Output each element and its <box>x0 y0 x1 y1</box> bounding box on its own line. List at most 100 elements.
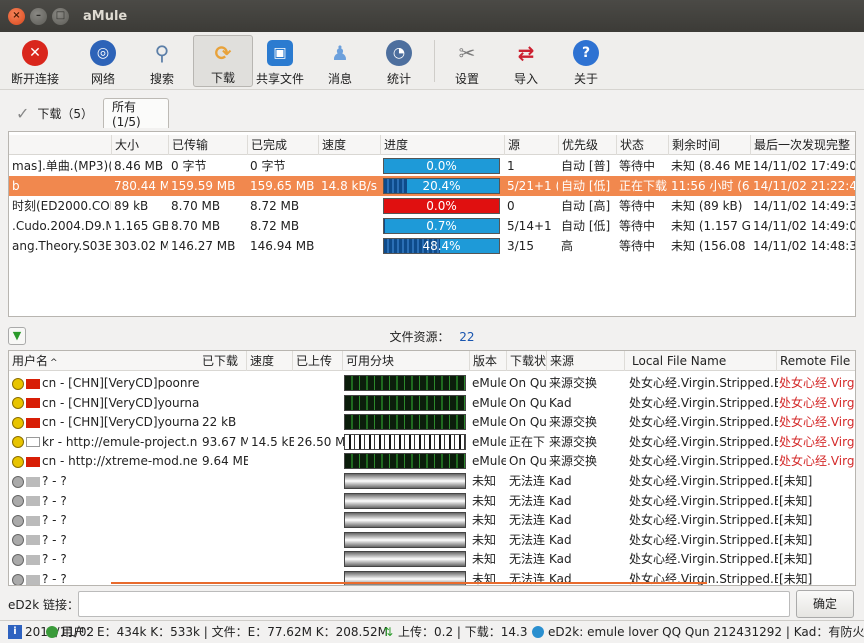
col-size[interactable]: 大小 <box>111 135 168 155</box>
col-username[interactable]: 用户名 ^ <box>9 351 199 371</box>
source-row[interactable]: cn - [CHN][VeryCD]yournan 22 kB eMule On Qu… <box>9 412 855 432</box>
download-row[interactable]: .Cudo.2004.D9.Mi 1.165 GB 8.70 MB 8.72 MB 5/… <box>9 216 855 236</box>
source-cell-local: 处女心经.Virgin.Stripped.E <box>629 454 778 469</box>
source-row[interactable]: ? - ? 未知 无法连 Kad 处女心经.Virgin.Stripped.E [未知] <box>9 471 855 491</box>
maximize-window-button[interactable]: □ <box>52 7 69 25</box>
download-cell-remaining: 11:56 小时 (62 <box>671 179 750 193</box>
title-bar: × – □ aMule <box>0 0 864 32</box>
downloads-button[interactable]: ⟳ 下载 <box>193 35 253 87</box>
source-cell-version: 未知 <box>472 552 497 567</box>
statistics-button[interactable]: ◔ 统计 <box>369 35 429 87</box>
network-button[interactable]: ◎ 网络 <box>73 35 133 87</box>
download-row[interactable]: ang.Theory.S03E2 303.02 MI 146.27 MB 146.94… <box>9 236 856 256</box>
source-row[interactable]: kr - http://emule-project.n 93.67 MI14.5 … <box>9 432 855 452</box>
source-row[interactable]: ? - ? 未知 无法连 Kad 处女心经.Virgin.Stripped.E [未知] <box>9 510 855 530</box>
close-window-button[interactable]: × <box>8 7 25 25</box>
download-cell-priority: 自动 [普] <box>561 159 611 173</box>
download-cell-size: 8.46 MB <box>114 159 164 173</box>
col-priority[interactable]: 优先级 <box>558 135 616 155</box>
source-row[interactable]: cn - http://xtreme-mod.ne 9.64 MB eMule On … <box>9 451 855 471</box>
messages-button[interactable]: ♟ 消息 <box>310 35 370 87</box>
col-status[interactable]: 状态 <box>616 135 668 155</box>
preferences-button[interactable]: ✂ 设置 <box>437 35 497 87</box>
source-cell-speed <box>248 549 294 569</box>
download-row[interactable]: mas].单曲.(MP3)(E 8.46 MB 0 字节 0 字节 1 自动 [普] 等待中… <box>9 156 855 176</box>
source-cell-local: 处女心经.Virgin.Stripped.E <box>629 493 778 508</box>
source-cell-speed <box>248 530 294 550</box>
download-cell-speed <box>318 196 380 216</box>
client-status-icon <box>12 377 42 391</box>
source-cell-local: 处女心经.Virgin.Stripped.E <box>629 532 778 547</box>
window-title: aMule <box>83 8 128 24</box>
col-downloaded[interactable]: 已下载 <box>199 351 246 371</box>
source-cell-version: 未知 <box>472 532 497 547</box>
source-rows: cn - [CHN][VeryCD]poonrer eMule On Qu 来源交换处… <box>9 373 855 585</box>
about-button[interactable]: ? 关于 <box>556 35 616 87</box>
download-cell-completed: 0 字节 <box>250 159 286 173</box>
download-row[interactable]: b 780.44 MB159.59 MB 159.65 MB 14.8 kB/s 5/2… <box>9 176 855 196</box>
tab-all-label: 所有 (1/5) <box>112 100 141 129</box>
source-user: cn - [CHN][VeryCD]yournan <box>9 393 199 413</box>
col-download-state[interactable]: 下载状 <box>506 351 546 371</box>
shared-files-button[interactable]: ▣ 共享文件 <box>250 35 310 87</box>
minimize-window-button[interactable]: – <box>30 7 47 25</box>
source-cell-origin: Kad <box>549 532 572 547</box>
source-cell-speed <box>248 510 294 530</box>
confirm-button[interactable]: 确定 <box>796 590 854 618</box>
globe-icon: ◎ <box>90 40 116 66</box>
transfer-arrows-status-icon: ⇅ <box>383 625 394 639</box>
country-flag-icon <box>26 496 40 507</box>
col-completed[interactable]: 已完成 <box>247 135 318 155</box>
tab-downloads[interactable]: ✓ 下载（5） <box>8 98 102 128</box>
col-origin[interactable]: 来源 <box>546 351 624 371</box>
source-cell-remote: 处女心经.Virg <box>779 376 855 390</box>
source-cell-state: On Qu <box>509 376 546 390</box>
source-scroll-indicator[interactable] <box>111 582 707 584</box>
download-cell-completed: 8.72 MB <box>250 219 300 233</box>
source-user-name: cn - http://xtreme-mod.ne <box>42 454 198 469</box>
chunk-availability-bar <box>344 473 466 489</box>
source-row[interactable]: ? - ? 未知 无法连 Kad 处女心经.Virgin.Stripped.E [未知] <box>9 491 855 511</box>
col-sources[interactable]: 源 <box>504 135 558 155</box>
progress-bar: 48.4% <box>383 238 500 254</box>
disconnect-button[interactable]: ✕ 断开连接 <box>5 35 65 87</box>
source-row[interactable]: ? - ? 未知 无法连 Kad 处女心经.Virgin.Stripped.E [未知] <box>9 549 855 569</box>
source-row[interactable]: ? - ? 未知 无法连 Kad 处女心经.Virgin.Stripped.E [未知] <box>9 530 855 550</box>
download-cell-priority: 高 <box>561 239 574 253</box>
progress-label: 48.4% <box>422 239 461 253</box>
col-chunks[interactable]: 可用分块 <box>342 351 469 371</box>
download-cell-last-complete: 14/11/02 14:48:39 <box>753 239 856 253</box>
col-transferred[interactable]: 已传输 <box>168 135 247 155</box>
col-speed[interactable]: 速度 <box>318 135 380 155</box>
download-rows: mas].单曲.(MP3)(E 8.46 MB 0 字节 0 字节 1 自动 [普] 等待中… <box>9 156 856 306</box>
col-src-speed[interactable]: 速度 <box>246 351 292 371</box>
smiley-icon <box>12 475 24 488</box>
col-version[interactable]: 版本 <box>469 351 506 371</box>
source-cell-origin: Kad <box>549 552 572 567</box>
search-button[interactable]: ⚲ 搜索 <box>132 35 192 87</box>
source-row[interactable]: cn - [CHN][VeryCD]yournan eMule On Qu Kad 处女… <box>9 393 855 413</box>
source-row[interactable]: cn - [CHN][VeryCD]poonrer eMule On Qu 来源交换 处… <box>9 373 855 393</box>
col-last-complete[interactable]: 最后一次发现完整 <box>750 135 855 155</box>
col-remote-file[interactable]: Remote File N <box>776 351 855 371</box>
client-status-icon <box>12 416 42 430</box>
horizontal-scrollbar[interactable] <box>111 316 707 317</box>
col-local-file[interactable]: Local File Name <box>624 351 776 371</box>
chunk-availability-bar <box>344 414 466 431</box>
import-button[interactable]: ⇄ 导入 <box>496 35 556 87</box>
download-cell-name: 时刻(ED2000.COM <box>12 199 111 213</box>
client-status-icon <box>12 475 42 489</box>
tab-all[interactable]: 所有 (1/5) <box>103 98 169 129</box>
client-status-icon <box>12 435 42 449</box>
download-cell-status: 等待中 <box>619 159 656 173</box>
col-uploaded[interactable]: 已上传 <box>292 351 342 371</box>
ed2k-link-input[interactable] <box>78 591 790 617</box>
checkmark-icon: ✓ <box>16 103 30 123</box>
col-progress[interactable]: 进度 <box>380 135 504 155</box>
download-cell-completed: 8.72 MB <box>250 199 300 213</box>
sources-count-area: 文件资源： 22 <box>8 328 856 345</box>
col-remaining[interactable]: 剩余时间 <box>668 135 750 155</box>
download-row[interactable]: 时刻(ED2000.COM 89 kB 8.70 MB 8.72 MB 0 自动 [高] 等… <box>9 196 855 216</box>
progress-label: 0.0% <box>426 199 457 213</box>
source-cell-uploaded <box>294 491 344 511</box>
